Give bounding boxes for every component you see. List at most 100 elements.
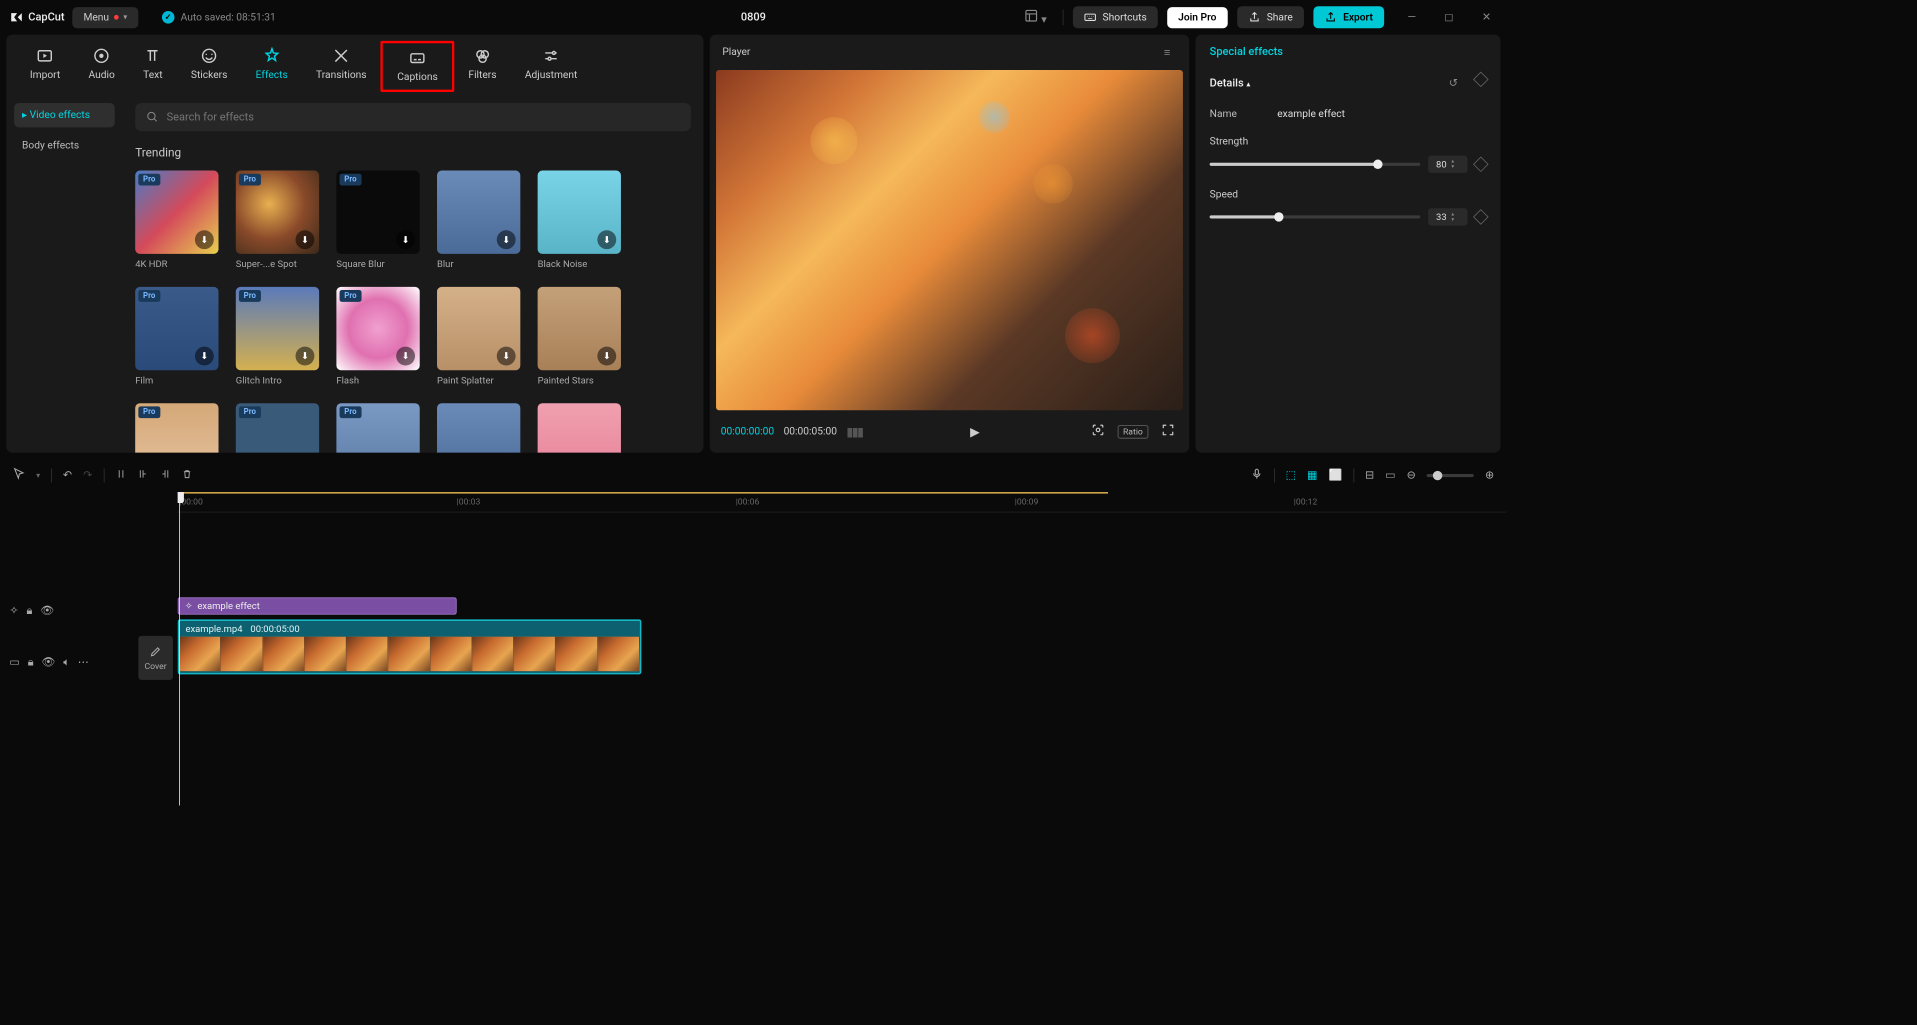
export-button[interactable]: Export — [1313, 6, 1384, 28]
track-visibility-button[interactable]: 👁︎ — [41, 656, 55, 669]
effect-thumb[interactable]: Pro⬇Super-...e Spot — [236, 171, 319, 270]
play-button[interactable]: ▶ — [967, 421, 983, 442]
timeline-main[interactable]: |00:00 |00:03 |00:06 |00:09 |00:12 ✧ exa… — [178, 492, 1507, 806]
effect-thumb[interactable] — [538, 403, 621, 453]
effect-clip[interactable]: ✧ example effect — [178, 597, 457, 614]
split-left-button[interactable] — [137, 468, 148, 482]
zoom-out-button[interactable]: ⊖ — [1407, 469, 1416, 482]
effect-thumb[interactable]: ⬇Paint Splatter — [437, 287, 520, 386]
timeline-area: ✧ 🔒︎ 👁︎ ▭ 🔒︎ 👁︎ 🔈︎ ⋯ Cover |00:00 — [0, 492, 1507, 806]
effect-track[interactable]: ✧ example effect — [178, 597, 1507, 617]
magnet-main-button[interactable]: ⬚ — [1286, 469, 1296, 482]
effect-thumb[interactable]: Pro⬇Glitch Intro — [236, 287, 319, 386]
playhead[interactable] — [179, 492, 180, 806]
download-icon[interactable]: ⬇ — [597, 230, 616, 249]
search-input[interactable] — [167, 111, 680, 124]
tab-effects[interactable]: Effects — [242, 41, 302, 92]
keyframe-diamond-icon[interactable] — [1473, 209, 1489, 225]
player-menu-button[interactable]: ≡ — [1158, 42, 1177, 62]
shortcuts-button[interactable]: Shortcuts — [1073, 6, 1158, 28]
cursor-tool-button[interactable] — [13, 468, 26, 484]
tab-transitions[interactable]: Transitions — [302, 41, 381, 92]
effect-thumb[interactable]: Pro⬇Film — [135, 287, 218, 386]
search-input-wrap[interactable] — [135, 103, 691, 131]
maximize-button[interactable]: ◻ — [1438, 8, 1460, 27]
undo-button[interactable]: ↶ — [63, 469, 72, 482]
align-button[interactable]: ⊟ — [1365, 469, 1374, 482]
track-visibility-button[interactable]: 👁︎ — [40, 604, 54, 617]
effect-thumb[interactable]: Pro⬇Square Blur — [336, 171, 419, 270]
redo-button[interactable]: ↷ — [83, 469, 92, 482]
preview-toggle-button[interactable]: ▭ — [1385, 469, 1395, 482]
effect-thumb[interactable]: ⬇Painted Stars — [538, 287, 621, 386]
speed-slider[interactable] — [1210, 215, 1421, 218]
magnet-track-button[interactable]: ▦ — [1307, 469, 1317, 482]
close-button[interactable]: ✕ — [1476, 8, 1498, 27]
strength-slider[interactable] — [1210, 163, 1421, 166]
pro-badge: Pro — [340, 174, 362, 186]
download-icon[interactable]: ⬇ — [195, 347, 214, 366]
tab-adjustment[interactable]: Adjustment — [511, 41, 592, 92]
minimize-button[interactable]: — — [1401, 8, 1422, 27]
timeline-ruler[interactable]: |00:00 |00:03 |00:06 |00:09 |00:12 — [178, 492, 1507, 512]
fullscreen-button[interactable] — [1158, 420, 1178, 444]
track-lock-button[interactable]: 🔒︎ — [27, 604, 33, 617]
tab-audio[interactable]: Audio — [74, 41, 129, 92]
zoom-slider[interactable] — [1427, 474, 1474, 477]
track-video-icon[interactable]: ▭ — [9, 656, 19, 669]
strength-value-box[interactable]: 80▴▾ — [1428, 156, 1467, 173]
tab-import[interactable]: Import — [16, 41, 75, 92]
effect-thumb[interactable] — [437, 403, 520, 453]
track-fx-icon[interactable]: ✧ — [9, 604, 18, 617]
tab-text[interactable]: Text — [129, 41, 177, 92]
download-icon[interactable]: ⬇ — [497, 347, 516, 366]
preview-viewport[interactable] — [716, 70, 1183, 410]
download-icon[interactable]: ⬇ — [195, 230, 214, 249]
track-mute-button[interactable]: 🔈︎ — [63, 656, 70, 669]
ratio-button[interactable]: Ratio — [1117, 425, 1148, 438]
split-button[interactable] — [115, 468, 126, 482]
effect-thumb[interactable]: Pro — [236, 403, 319, 453]
effect-thumb[interactable]: Pro⬇Flash — [336, 287, 419, 386]
effect-thumb[interactable]: Pro — [135, 403, 218, 453]
trending-title: Trending — [135, 145, 691, 159]
link-button[interactable]: ⬜ — [1328, 469, 1342, 482]
split-right-button[interactable] — [159, 468, 170, 482]
track-more-button[interactable]: ⋯ — [78, 656, 89, 669]
layout-menu-button[interactable]: ▾ — [1018, 6, 1053, 30]
cover-button[interactable]: Cover — [138, 636, 173, 680]
join-pro-button[interactable]: Join Pro — [1167, 7, 1227, 28]
frame-detect-button[interactable] — [1088, 420, 1108, 444]
download-icon[interactable]: ⬇ — [597, 347, 616, 366]
zoom-in-button[interactable]: ⊕ — [1485, 469, 1494, 482]
sidebar-video-effects[interactable]: Video effects — [14, 103, 115, 127]
video-track[interactable]: example.mp4 00:00:05:00 — [178, 619, 1507, 674]
speed-value-box[interactable]: 33▴▾ — [1428, 208, 1467, 225]
properties-panel: Special effects Details ▴ ↺ Name example… — [1196, 35, 1501, 453]
effect-thumb[interactable]: Pro⬇4K HDR — [135, 171, 218, 270]
speed-label: Speed — [1210, 189, 1238, 201]
download-icon[interactable]: ⬇ — [396, 230, 415, 249]
download-icon[interactable]: ⬇ — [296, 347, 315, 366]
effect-thumb[interactable]: Pro — [336, 403, 419, 453]
delete-button[interactable] — [181, 468, 192, 482]
reset-button[interactable]: ↺ — [1443, 74, 1465, 93]
effects-browser: Trending Pro⬇4K HDRPro⬇Super-...e SpotPr… — [123, 92, 704, 453]
effect-thumb[interactable]: ⬇Black Noise — [538, 171, 621, 270]
share-button[interactable]: Share — [1237, 6, 1304, 28]
download-icon[interactable]: ⬇ — [296, 230, 315, 249]
tab-stickers[interactable]: Stickers — [177, 41, 242, 92]
keyframe-diamond-icon[interactable] — [1473, 72, 1489, 88]
menu-button[interactable]: Menu▾ — [72, 7, 138, 28]
sidebar-body-effects[interactable]: Body effects — [14, 134, 115, 158]
tab-captions[interactable]: Captions — [381, 41, 455, 92]
track-lock-button[interactable]: 🔒︎ — [28, 656, 34, 669]
mic-button[interactable] — [1250, 468, 1263, 484]
download-icon[interactable]: ⬇ — [497, 230, 516, 249]
effect-thumb[interactable]: ⬇Blur — [437, 171, 520, 270]
clip-duration: 00:00:05:00 — [250, 623, 299, 634]
download-icon[interactable]: ⬇ — [396, 347, 415, 366]
video-clip[interactable]: example.mp4 00:00:05:00 — [178, 619, 642, 674]
keyframe-diamond-icon[interactable] — [1473, 156, 1489, 172]
tab-filters[interactable]: Filters — [454, 41, 510, 92]
